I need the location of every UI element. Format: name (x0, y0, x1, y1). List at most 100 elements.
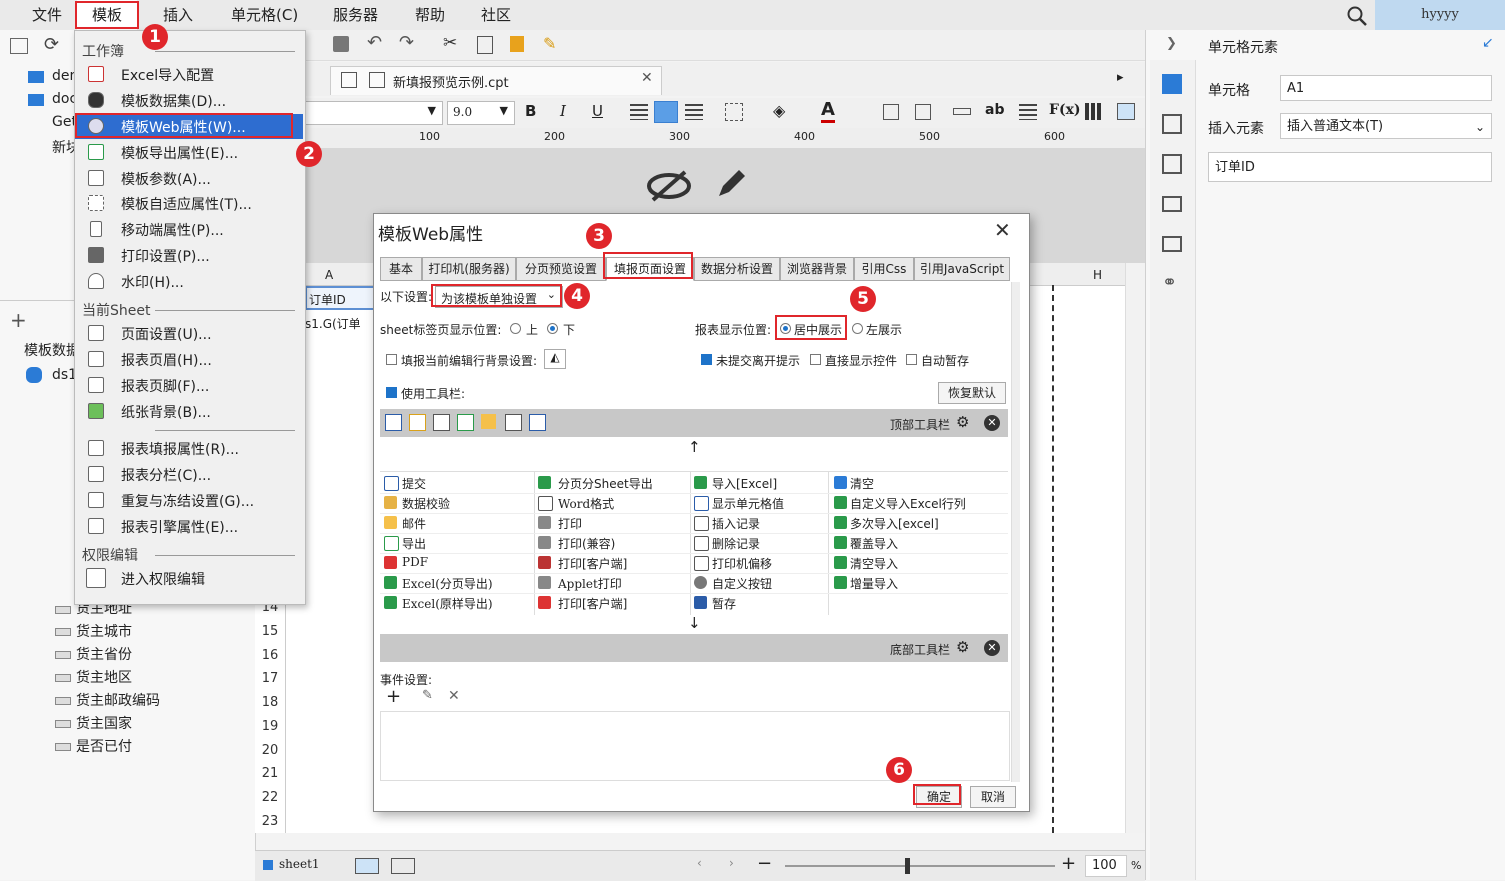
widget-icon[interactable] (1162, 154, 1182, 174)
zoom-input[interactable]: 100 (1085, 855, 1127, 877)
menu-item-print-settings[interactable]: 打印设置(P)... (75, 243, 303, 268)
cell-value-icon[interactable] (529, 414, 546, 431)
border-icon[interactable] (725, 103, 743, 121)
text-wrap-icon[interactable] (1019, 104, 1037, 120)
cut-icon[interactable]: ✂ (443, 33, 457, 53)
bottom-toolbar-remove-icon[interactable]: ✕ (984, 640, 1000, 656)
chart-icon[interactable] (1085, 103, 1101, 120)
hyperlink-icon[interactable]: ⚭ (1162, 272, 1177, 293)
toolbar-button[interactable]: 清空 (850, 475, 874, 492)
toolbar-button[interactable]: 插入记录 (712, 515, 760, 532)
new-folder-icon[interactable] (10, 38, 28, 54)
toolbar-button[interactable]: Applet打印 (558, 575, 622, 592)
bottom-toolbar-settings-icon[interactable]: ⚙ (956, 638, 969, 656)
field-item[interactable]: 货主省份 (76, 644, 132, 664)
prev-sheet-icon[interactable]: ‹ (697, 856, 702, 870)
row-number[interactable]: 20 (255, 743, 285, 766)
add-event-icon[interactable]: + (386, 686, 401, 707)
redo-icon[interactable]: ↷ (399, 32, 414, 53)
align-left-icon[interactable] (630, 104, 648, 120)
tab-browser-background[interactable]: 浏览器背景 (780, 257, 854, 281)
column-header-a[interactable]: A (325, 268, 333, 282)
zoom-out-icon[interactable]: − (757, 853, 772, 874)
font-family-select[interactable]: ▼ (305, 101, 443, 125)
toolbar-button[interactable]: 自定义导入Excel行列 (850, 495, 966, 512)
toolbar-button[interactable]: 打印机偏移 (712, 555, 772, 572)
menu-item-enter-permission[interactable]: 进入权限编辑 (75, 566, 303, 591)
menu-insert[interactable]: 插入 (163, 0, 193, 30)
toolbar-button[interactable]: 覆盖导入 (850, 535, 898, 552)
print-icon[interactable] (433, 414, 450, 431)
italic-icon[interactable]: I (560, 102, 566, 120)
row-number[interactable]: 16 (255, 648, 285, 671)
export-icon[interactable] (457, 414, 474, 431)
toolbar-button[interactable]: Word格式 (558, 495, 614, 512)
field-item[interactable]: 货主地区 (76, 667, 132, 687)
menu-item-adaptive[interactable]: 模板自适应属性(T)... (75, 191, 303, 216)
font-size-select[interactable]: 9.0 ▼ (447, 101, 515, 125)
top-toolbar-remove-icon[interactable]: ✕ (984, 415, 1000, 431)
zoom-slider-handle[interactable] (905, 858, 910, 874)
tab-ref-javascript[interactable]: 引用JavaScript (914, 257, 1010, 281)
unsubmitted-warning-checkbox[interactable] (701, 354, 712, 365)
menu-item-paper-background[interactable]: 纸张背景(B)... (75, 399, 303, 424)
menu-item-fill-attribute[interactable]: 报表填报属性(R)... (75, 436, 303, 461)
fill-row-bg-checkbox[interactable] (386, 354, 397, 365)
pin-icon[interactable]: ↙ (1482, 35, 1494, 51)
submit-icon[interactable] (385, 414, 402, 431)
insert-element-select[interactable]: 插入普通文本(T) ⌄ (1280, 113, 1492, 139)
move-down-icon[interactable]: ↓ (688, 614, 701, 632)
vertical-scrollbar[interactable] (1125, 263, 1146, 833)
toolbar-button[interactable]: 打印(兼容) (558, 535, 615, 552)
paste-icon[interactable] (510, 36, 524, 52)
menu-item-template-dataset[interactable]: 模板数据集(D)... (75, 88, 303, 113)
menu-community[interactable]: 社区 (481, 0, 511, 30)
font-color-icon[interactable]: A (821, 99, 835, 123)
dialog-close-icon[interactable]: ✕ (994, 218, 1011, 242)
hide-eye-icon[interactable] (645, 168, 693, 204)
formula-icon[interactable]: F(x) (1049, 102, 1081, 118)
menu-item-footer[interactable]: 报表页脚(F)... (75, 373, 303, 398)
toolbar-button[interactable]: 导出 (402, 535, 426, 552)
toolbar-button[interactable]: 打印[客户端] (558, 595, 627, 612)
use-toolbar-checkbox[interactable] (386, 387, 397, 398)
row-number[interactable]: 15 (255, 624, 285, 647)
tab-ref-css[interactable]: 引用Css (854, 257, 914, 281)
add-polysheet-icon[interactable] (391, 858, 415, 874)
toolbar-button[interactable]: 打印[客户端] (558, 555, 627, 572)
toolbar-button[interactable]: 增量导入 (850, 575, 898, 592)
condition-icon[interactable] (1162, 196, 1182, 212)
toolbar-button[interactable]: 清空导入 (850, 555, 898, 572)
form-icon[interactable] (1162, 236, 1182, 252)
toolbar-button[interactable]: 分页分Sheet导出 (558, 475, 653, 492)
verify-icon[interactable] (409, 414, 426, 431)
field-item[interactable]: 货主国家 (76, 713, 132, 733)
menu-item-mobile[interactable]: 移动端属性(P)... (75, 217, 303, 242)
toolbar-button[interactable]: 导入[Excel] (712, 475, 777, 492)
add-sheet-icon[interactable] (355, 858, 379, 874)
sheet-tab[interactable]: sheet1 (279, 857, 320, 871)
row-number[interactable]: 23 (255, 814, 285, 837)
mail-icon[interactable] (481, 414, 496, 429)
field-item[interactable]: 货主城市 (76, 621, 132, 641)
cell-attribute-icon[interactable] (1162, 114, 1182, 134)
menu-item-template-params[interactable]: 模板参数(A)... (75, 166, 303, 191)
menu-file[interactable]: 文件 (32, 0, 62, 30)
image-icon[interactable] (1117, 103, 1135, 120)
edit-event-icon[interactable]: ✎ (422, 688, 433, 703)
zoom-in-icon[interactable]: + (1061, 853, 1076, 874)
toolbar-button[interactable]: 显示单元格值 (712, 495, 784, 512)
move-up-icon[interactable]: ↑ (688, 438, 701, 456)
copy-icon[interactable] (477, 36, 493, 54)
next-sheet-icon[interactable]: › (729, 856, 734, 870)
toolbar-button[interactable]: Excel(分页导出) (402, 575, 493, 592)
field-item[interactable]: 货主邮政编码 (76, 690, 160, 710)
dialog-scrollbar[interactable] (1011, 282, 1020, 782)
radio-top[interactable] (510, 323, 521, 334)
cell-a1[interactable]: 订单ID (309, 291, 346, 308)
cancel-button[interactable]: 取消 (970, 786, 1016, 808)
toolbar-button[interactable]: 自定义按钮 (712, 575, 772, 592)
add-icon[interactable]: + (10, 308, 27, 332)
row-number[interactable]: 19 (255, 719, 285, 742)
menu-item-header[interactable]: 报表页眉(H)... (75, 347, 303, 372)
